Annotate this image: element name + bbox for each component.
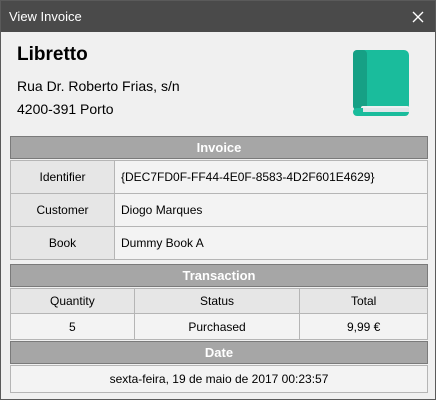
close-button[interactable] [401,1,435,32]
book-value: Dummy Book A [114,226,428,260]
quantity-value: 5 [10,313,135,340]
date-section-header: Date [10,341,428,364]
transaction-section-header: Transaction [10,264,428,287]
status-value: Purchased [133,313,301,340]
window-title: View Invoice [9,9,82,24]
total-value: 9,99 € [299,313,428,340]
customer-label: Customer [10,193,115,227]
company-header: Libretto Rua Dr. Roberto Frias, s/n 4200… [1,32,435,132]
identifier-value: {DEC7FD0F-FF44-4E0F-8583-4D2F601E4629} [114,160,428,194]
quantity-column-header: Quantity [10,288,135,314]
table-row: Customer Diogo Marques [10,193,428,227]
table-row: 5 Purchased 9,99 € [10,313,428,340]
table-header-row: Quantity Status Total [10,288,428,314]
invoice-details-table: Identifier {DEC7FD0F-FF44-4E0F-8583-4D2F… [10,160,428,260]
identifier-label: Identifier [10,160,115,194]
book-icon [353,50,409,116]
company-name: Libretto [17,44,88,65]
table-row: Book Dummy Book A [10,226,428,260]
company-address-city: 4200-391 Porto [17,101,114,117]
invoice-window: View Invoice Libretto Rua Dr. Roberto Fr… [0,0,436,400]
transaction-table: Quantity Status Total 5 Purchased 9,99 € [10,288,428,340]
title-bar: View Invoice [1,1,435,32]
table-row: Identifier {DEC7FD0F-FF44-4E0F-8583-4D2F… [10,160,428,194]
close-icon [412,11,424,22]
total-column-header: Total [299,288,428,314]
customer-value: Diogo Marques [114,193,428,227]
book-label: Book [10,226,115,260]
company-address-street: Rua Dr. Roberto Frias, s/n [17,78,180,94]
invoice-section-header: Invoice [10,136,428,159]
date-value: sexta-feira, 19 de maio de 2017 00:23:57 [10,365,428,393]
status-column-header: Status [133,288,301,314]
